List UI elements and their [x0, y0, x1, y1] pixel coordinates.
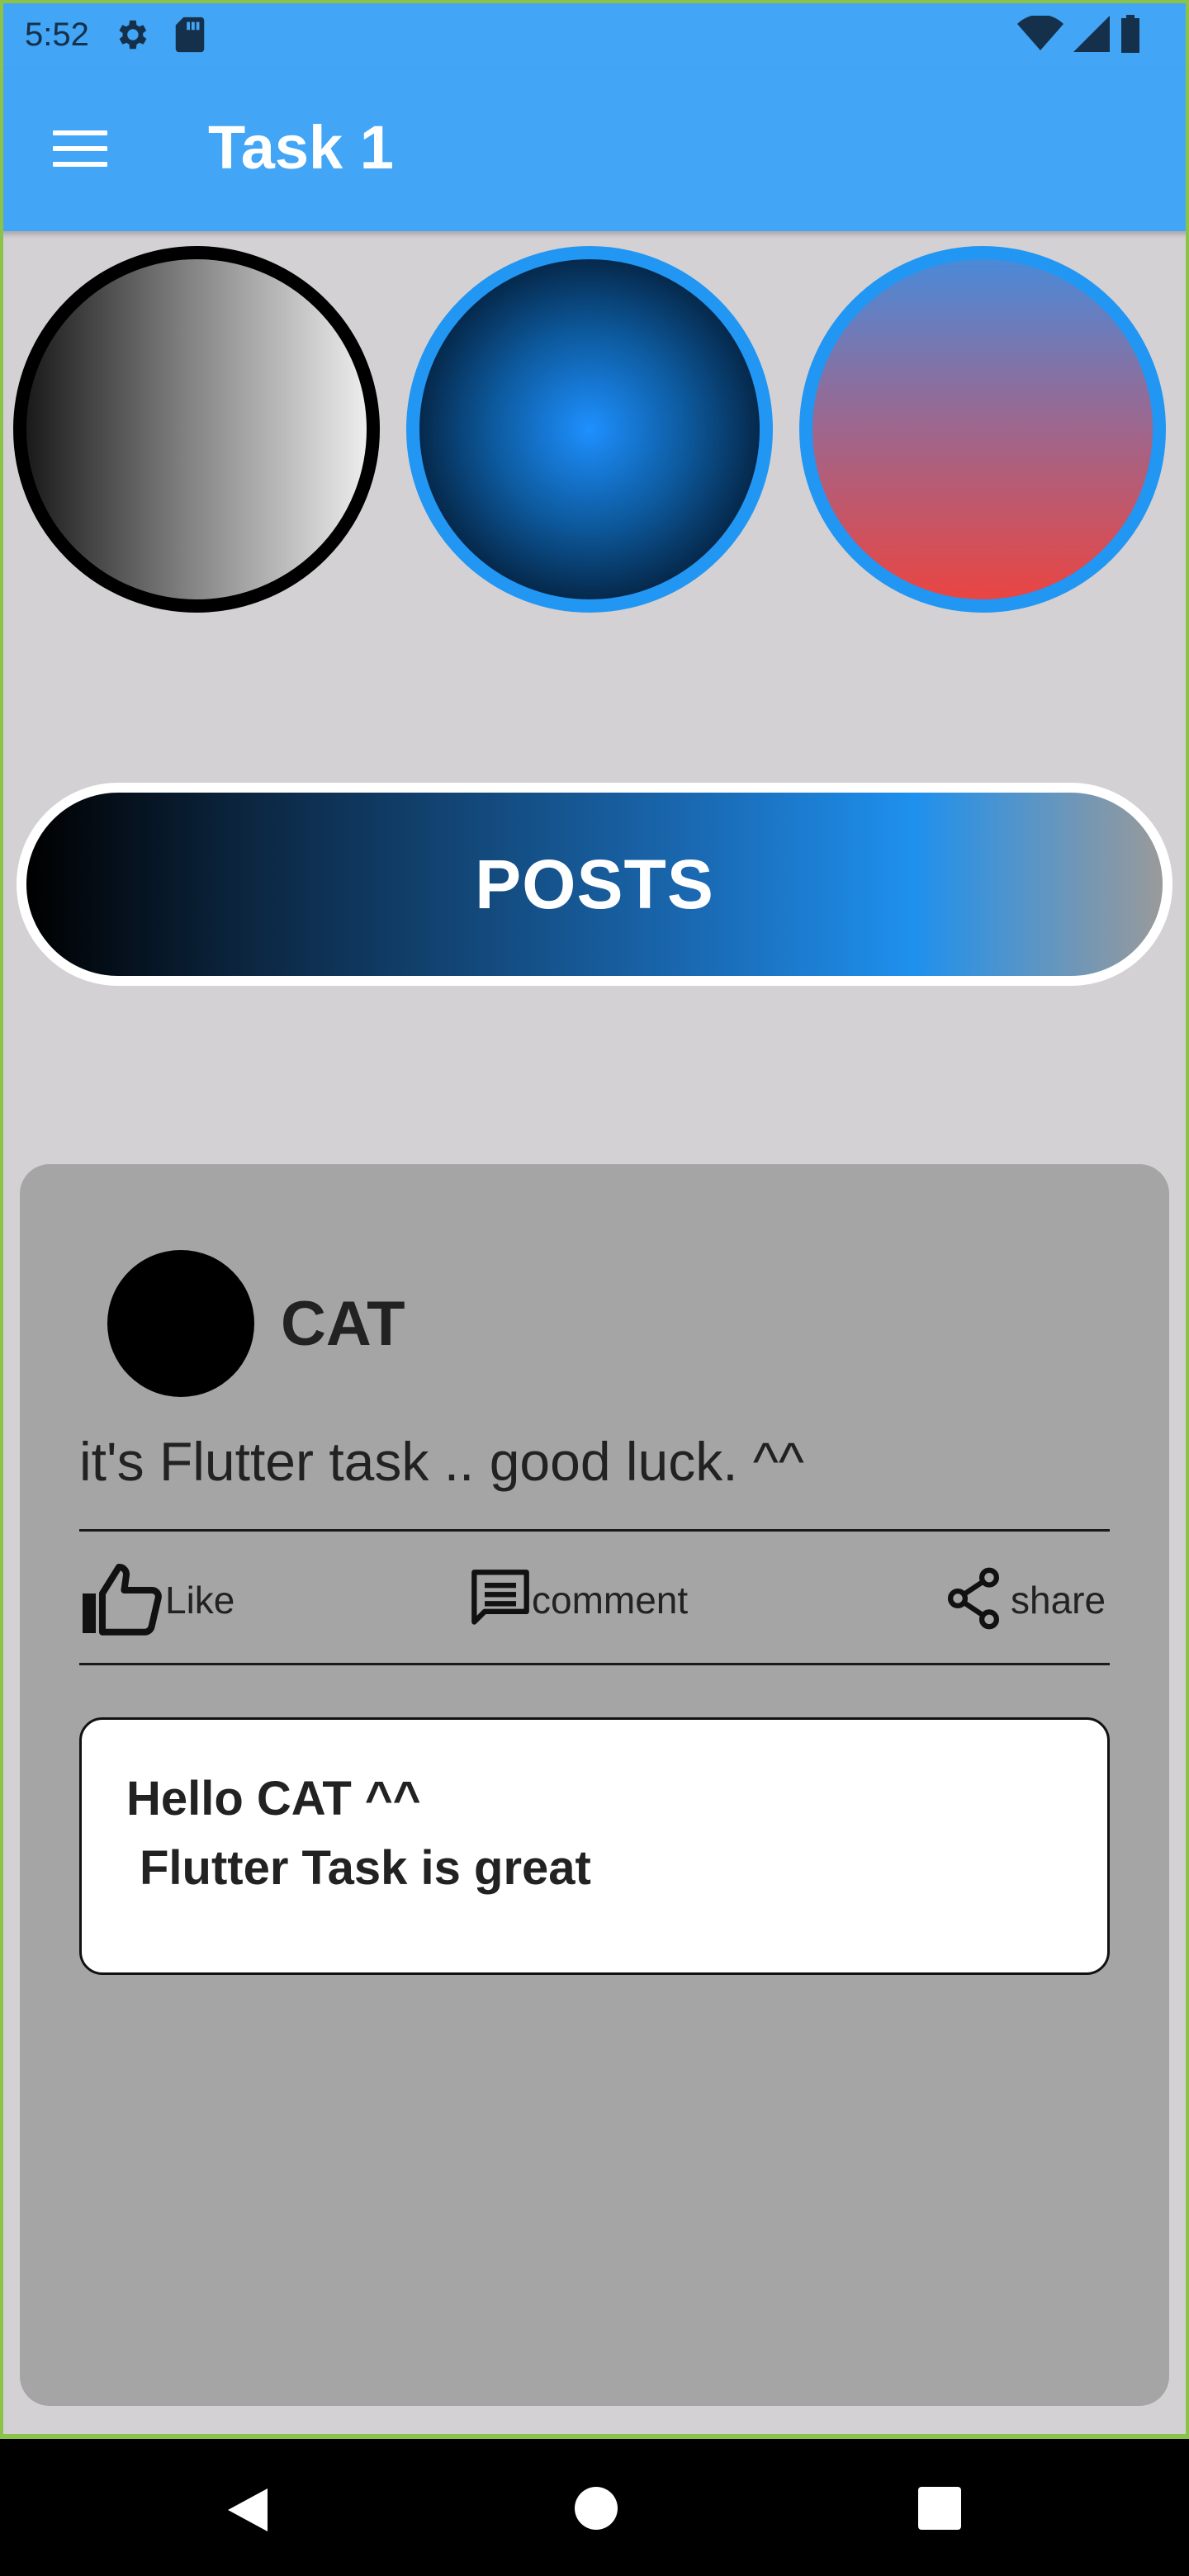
avatar — [107, 1250, 254, 1397]
gray-gradient-circle — [13, 246, 380, 613]
recents-icon[interactable] — [917, 2485, 963, 2536]
comment-label: comment — [532, 1579, 689, 1622]
sd-card-icon — [173, 16, 206, 54]
page-title: Task 1 — [208, 113, 394, 182]
divider — [79, 1529, 1110, 1532]
like-label: Like — [165, 1579, 235, 1622]
post-card: CAT it's Flutter task .. good luck. ^^ L… — [20, 1164, 1169, 2406]
app-bar: Task 1 — [0, 69, 1189, 231]
gear-icon — [112, 16, 150, 54]
blue-radial-circle — [406, 246, 773, 613]
comment-line-2: Flutter Task is great — [140, 1841, 591, 1895]
post-text: it's Flutter task .. good luck. ^^ — [79, 1431, 804, 1492]
status-time: 5:52 — [25, 16, 89, 53]
thumbs-up-icon — [79, 1560, 165, 1641]
posts-button[interactable]: POSTS — [17, 783, 1172, 986]
blue-red-gradient-circle — [799, 246, 1166, 613]
home-icon[interactable] — [573, 2485, 619, 2536]
posts-button-label: POSTS — [475, 845, 714, 923]
battery-icon — [1120, 15, 1141, 57]
like-button[interactable]: Like — [79, 1560, 234, 1640]
comment-line-1: Hello CAT ^^ — [126, 1772, 421, 1825]
share-label: share — [1011, 1579, 1106, 1622]
signal-icon — [1073, 16, 1110, 56]
navigation-bar — [0, 2439, 1189, 2576]
comment-box: Hello CAT ^^ Flutter Task is great — [79, 1717, 1110, 1975]
comment-icon — [469, 1567, 532, 1634]
status-bar: 5:52 — [0, 0, 1189, 69]
share-button[interactable]: share — [945, 1560, 1106, 1640]
hamburger-menu-icon[interactable] — [53, 130, 107, 170]
post-author: CAT — [281, 1289, 405, 1359]
back-icon[interactable] — [225, 2485, 271, 2539]
wifi-icon — [1017, 14, 1063, 56]
status-right-icons — [1017, 14, 1141, 57]
comment-button[interactable]: comment — [469, 1560, 688, 1640]
share-icon — [945, 1567, 1002, 1634]
divider — [79, 1663, 1110, 1665]
